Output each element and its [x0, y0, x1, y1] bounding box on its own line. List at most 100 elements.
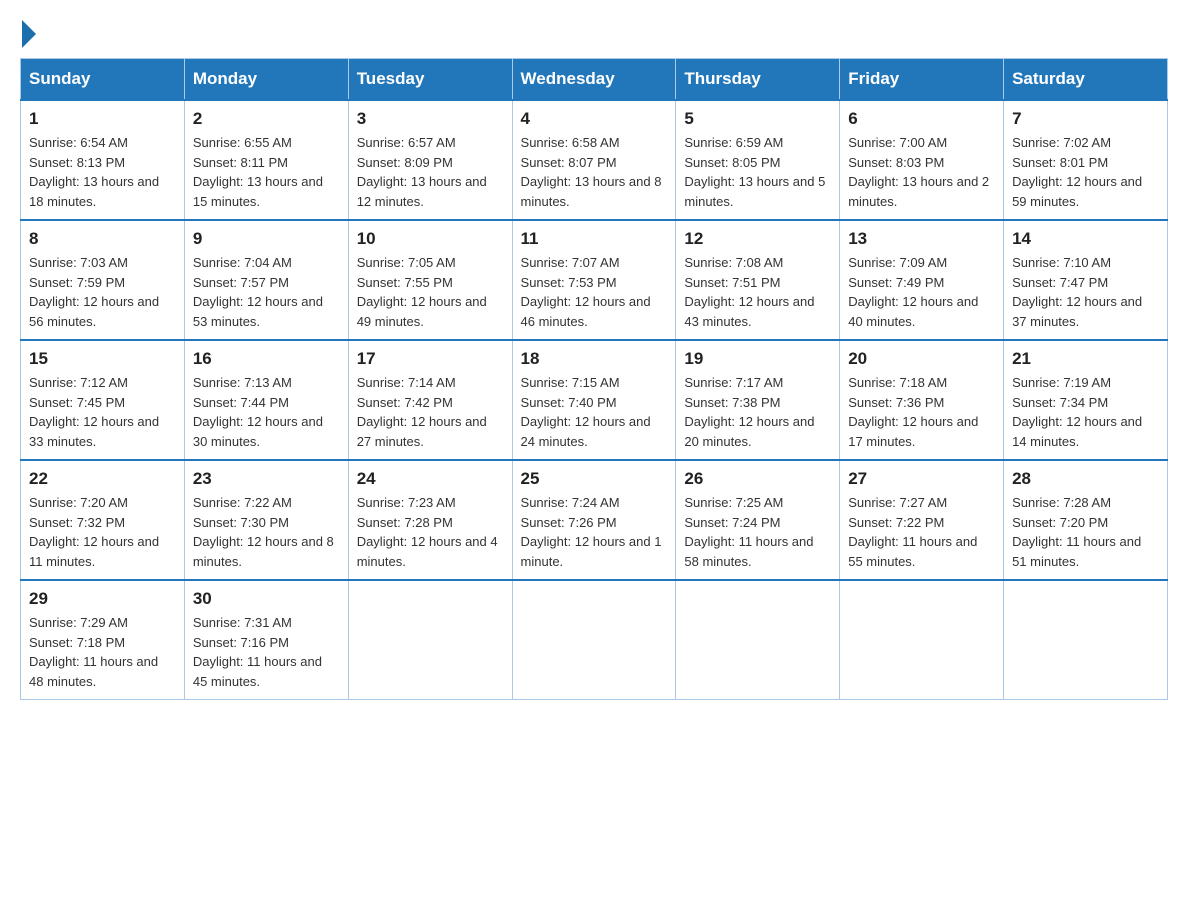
day-number: 27 — [848, 469, 995, 489]
day-number: 5 — [684, 109, 831, 129]
calendar-cell: 27 Sunrise: 7:27 AMSunset: 7:22 PMDayligh… — [840, 460, 1004, 580]
page-header — [20, 20, 1168, 48]
day-number: 3 — [357, 109, 504, 129]
calendar-cell: 24Sunrise: 7:23 AMSunset: 7:28 PMDayligh… — [348, 460, 512, 580]
day-info: Sunrise: 7:04 AMSunset: 7:57 PMDaylight:… — [193, 253, 340, 331]
day-number: 12 — [684, 229, 831, 249]
day-info: Sunrise: 7:27 AMSunset: 7:22 PMDaylight:… — [848, 493, 995, 571]
calendar-cell: 11 Sunrise: 7:07 AMSunset: 7:53 PMDayligh… — [512, 220, 676, 340]
calendar-cell — [512, 580, 676, 700]
calendar-cell: 6 Sunrise: 7:00 AMSunset: 8:03 PMDaylight… — [840, 100, 1004, 220]
day-number: 20 — [848, 349, 995, 369]
day-number: 28 — [1012, 469, 1159, 489]
day-number: 8 — [29, 229, 176, 249]
day-info: Sunrise: 7:03 AMSunset: 7:59 PMDaylight:… — [29, 253, 176, 331]
day-number: 2 — [193, 109, 340, 129]
day-number: 7 — [1012, 109, 1159, 129]
weekday-header-wednesday: Wednesday — [512, 59, 676, 101]
day-number: 13 — [848, 229, 995, 249]
day-info: Sunrise: 7:18 AMSunset: 7:36 PMDaylight:… — [848, 373, 995, 451]
day-info: Sunrise: 6:54 AMSunset: 8:13 PMDaylight:… — [29, 133, 176, 211]
calendar-cell: 25 Sunrise: 7:24 AMSunset: 7:26 PMDayligh… — [512, 460, 676, 580]
calendar-cell: 28Sunrise: 7:28 AMSunset: 7:20 PMDayligh… — [1004, 460, 1168, 580]
day-info: Sunrise: 7:07 AMSunset: 7:53 PMDaylight:… — [521, 253, 668, 331]
day-number: 1 — [29, 109, 176, 129]
calendar-cell: 19 Sunrise: 7:17 AMSunset: 7:38 PMDayligh… — [676, 340, 840, 460]
day-number: 25 — [521, 469, 668, 489]
day-number: 24 — [357, 469, 504, 489]
calendar-cell — [840, 580, 1004, 700]
calendar-cell: 13Sunrise: 7:09 AMSunset: 7:49 PMDayligh… — [840, 220, 1004, 340]
day-info: Sunrise: 7:12 AMSunset: 7:45 PMDaylight:… — [29, 373, 176, 451]
calendar-cell: 1 Sunrise: 6:54 AMSunset: 8:13 PMDaylight… — [21, 100, 185, 220]
day-info: Sunrise: 7:31 AMSunset: 7:16 PMDaylight:… — [193, 613, 340, 691]
weekday-header-thursday: Thursday — [676, 59, 840, 101]
week-row-1: 1 Sunrise: 6:54 AMSunset: 8:13 PMDaylight… — [21, 100, 1168, 220]
day-info: Sunrise: 7:29 AMSunset: 7:18 PMDaylight:… — [29, 613, 176, 691]
day-number: 10 — [357, 229, 504, 249]
day-number: 14 — [1012, 229, 1159, 249]
day-info: Sunrise: 7:02 AMSunset: 8:01 PMDaylight:… — [1012, 133, 1159, 211]
calendar-cell: 17 Sunrise: 7:14 AMSunset: 7:42 PMDayligh… — [348, 340, 512, 460]
calendar-cell: 23 Sunrise: 7:22 AMSunset: 7:30 PMDayligh… — [184, 460, 348, 580]
day-number: 21 — [1012, 349, 1159, 369]
weekday-header-saturday: Saturday — [1004, 59, 1168, 101]
week-row-4: 22 Sunrise: 7:20 AMSunset: 7:32 PMDayligh… — [21, 460, 1168, 580]
day-number: 17 — [357, 349, 504, 369]
day-number: 6 — [848, 109, 995, 129]
logo — [20, 20, 38, 48]
calendar-cell: 16Sunrise: 7:13 AMSunset: 7:44 PMDayligh… — [184, 340, 348, 460]
day-number: 15 — [29, 349, 176, 369]
day-number: 23 — [193, 469, 340, 489]
day-info: Sunrise: 7:15 AMSunset: 7:40 PMDaylight:… — [521, 373, 668, 451]
calendar-cell: 5 Sunrise: 6:59 AMSunset: 8:05 PMDaylight… — [676, 100, 840, 220]
calendar-cell: 20 Sunrise: 7:18 AMSunset: 7:36 PMDayligh… — [840, 340, 1004, 460]
calendar-cell: 21 Sunrise: 7:19 AMSunset: 7:34 PMDayligh… — [1004, 340, 1168, 460]
week-row-5: 29Sunrise: 7:29 AMSunset: 7:18 PMDayligh… — [21, 580, 1168, 700]
day-number: 4 — [521, 109, 668, 129]
weekday-header-row: SundayMondayTuesdayWednesdayThursdayFrid… — [21, 59, 1168, 101]
calendar-cell: 14 Sunrise: 7:10 AMSunset: 7:47 PMDayligh… — [1004, 220, 1168, 340]
day-info: Sunrise: 6:55 AMSunset: 8:11 PMDaylight:… — [193, 133, 340, 211]
day-info: Sunrise: 7:22 AMSunset: 7:30 PMDaylight:… — [193, 493, 340, 571]
calendar-cell: 4Sunrise: 6:58 AMSunset: 8:07 PMDaylight… — [512, 100, 676, 220]
calendar-cell — [676, 580, 840, 700]
calendar-cell: 12 Sunrise: 7:08 AMSunset: 7:51 PMDayligh… — [676, 220, 840, 340]
calendar-table: SundayMondayTuesdayWednesdayThursdayFrid… — [20, 58, 1168, 700]
day-number: 18 — [521, 349, 668, 369]
day-info: Sunrise: 7:17 AMSunset: 7:38 PMDaylight:… — [684, 373, 831, 451]
calendar-cell: 18 Sunrise: 7:15 AMSunset: 7:40 PMDayligh… — [512, 340, 676, 460]
day-info: Sunrise: 7:10 AMSunset: 7:47 PMDaylight:… — [1012, 253, 1159, 331]
day-number: 9 — [193, 229, 340, 249]
calendar-cell: 22 Sunrise: 7:20 AMSunset: 7:32 PMDayligh… — [21, 460, 185, 580]
week-row-2: 8 Sunrise: 7:03 AMSunset: 7:59 PMDaylight… — [21, 220, 1168, 340]
weekday-header-sunday: Sunday — [21, 59, 185, 101]
calendar-cell: 29Sunrise: 7:29 AMSunset: 7:18 PMDayligh… — [21, 580, 185, 700]
week-row-3: 15 Sunrise: 7:12 AMSunset: 7:45 PMDayligh… — [21, 340, 1168, 460]
day-info: Sunrise: 7:13 AMSunset: 7:44 PMDaylight:… — [193, 373, 340, 451]
day-info: Sunrise: 7:25 AMSunset: 7:24 PMDaylight:… — [684, 493, 831, 571]
day-info: Sunrise: 6:59 AMSunset: 8:05 PMDaylight:… — [684, 133, 831, 211]
day-number: 22 — [29, 469, 176, 489]
day-number: 19 — [684, 349, 831, 369]
weekday-header-tuesday: Tuesday — [348, 59, 512, 101]
day-number: 11 — [521, 229, 668, 249]
day-info: Sunrise: 7:00 AMSunset: 8:03 PMDaylight:… — [848, 133, 995, 211]
day-info: Sunrise: 7:05 AMSunset: 7:55 PMDaylight:… — [357, 253, 504, 331]
day-info: Sunrise: 7:14 AMSunset: 7:42 PMDaylight:… — [357, 373, 504, 451]
day-info: Sunrise: 7:08 AMSunset: 7:51 PMDaylight:… — [684, 253, 831, 331]
calendar-cell: 26 Sunrise: 7:25 AMSunset: 7:24 PMDayligh… — [676, 460, 840, 580]
day-info: Sunrise: 7:24 AMSunset: 7:26 PMDaylight:… — [521, 493, 668, 571]
day-info: Sunrise: 7:20 AMSunset: 7:32 PMDaylight:… — [29, 493, 176, 571]
calendar-cell: 15 Sunrise: 7:12 AMSunset: 7:45 PMDayligh… — [21, 340, 185, 460]
day-info: Sunrise: 6:57 AMSunset: 8:09 PMDaylight:… — [357, 133, 504, 211]
calendar-cell: 3 Sunrise: 6:57 AMSunset: 8:09 PMDaylight… — [348, 100, 512, 220]
day-info: Sunrise: 7:19 AMSunset: 7:34 PMDaylight:… — [1012, 373, 1159, 451]
logo-arrow-icon — [22, 20, 36, 48]
day-number: 26 — [684, 469, 831, 489]
day-number: 30 — [193, 589, 340, 609]
calendar-cell: 7 Sunrise: 7:02 AMSunset: 8:01 PMDaylight… — [1004, 100, 1168, 220]
weekday-header-monday: Monday — [184, 59, 348, 101]
calendar-cell — [1004, 580, 1168, 700]
calendar-cell: 9 Sunrise: 7:04 AMSunset: 7:57 PMDaylight… — [184, 220, 348, 340]
